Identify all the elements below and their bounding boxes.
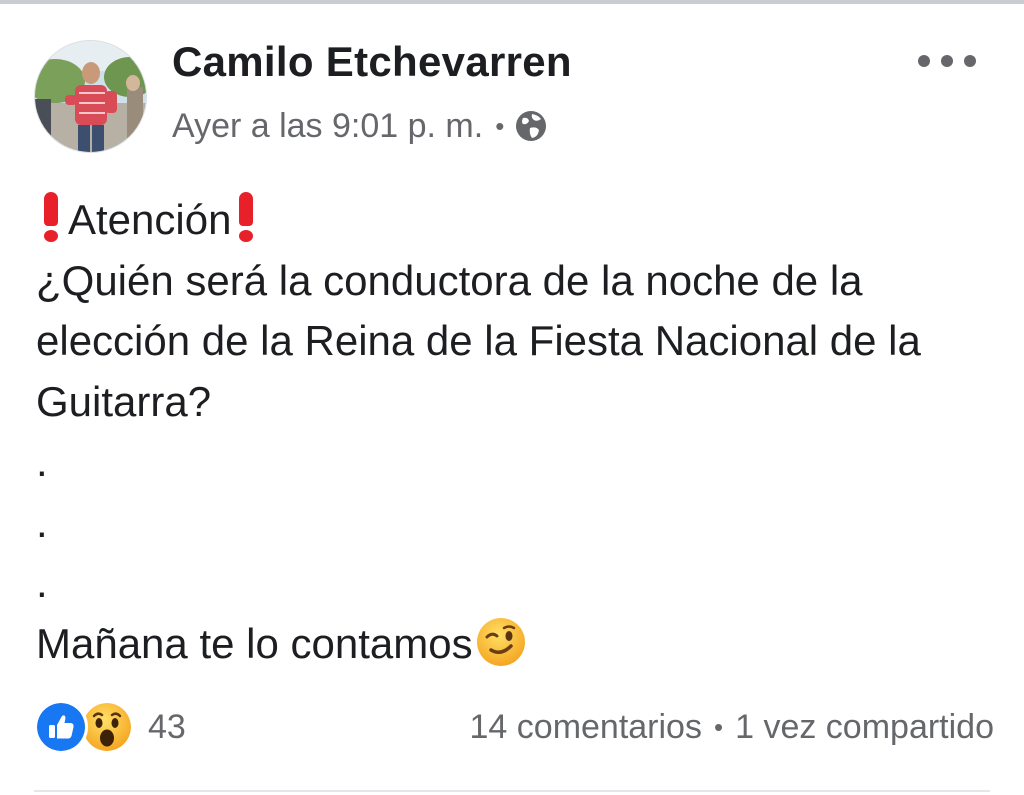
post-footer: 43 14 comentarios • 1 vez compartido — [34, 700, 994, 754]
post-dot-line: . — [36, 559, 48, 606]
engagement-counts: 14 comentarios • 1 vez compartido — [470, 700, 994, 754]
winking-face-icon — [476, 617, 525, 666]
like-icon — [34, 700, 88, 754]
meta-separator: • — [495, 110, 505, 141]
shares-count-link[interactable]: 1 vez compartido — [735, 708, 994, 747]
post-timestamp[interactable]: Ayer a las 9:01 p. m. — [172, 107, 483, 146]
post-dot-line: . — [36, 438, 48, 485]
comments-count-link[interactable]: 14 comentarios — [470, 708, 702, 747]
post-meta: Ayer a las 9:01 p. m. • — [172, 104, 548, 148]
post-heading-line: Atención — [36, 190, 996, 251]
globe-icon[interactable] — [514, 109, 548, 143]
post-line: Guitarra? — [36, 377, 212, 425]
red-exclamation-icon — [42, 192, 60, 242]
post-closing-line: Mañana te lo contamos — [36, 614, 996, 675]
avatar-photo — [35, 41, 146, 152]
more-dot-icon — [964, 55, 976, 67]
facebook-post: Camilo Etchevarren Ayer a las 9:01 p. m.… — [0, 0, 1024, 795]
author-name[interactable]: Camilo Etchevarren — [172, 38, 572, 86]
more-dot-icon — [918, 55, 930, 67]
author-avatar[interactable] — [34, 40, 147, 153]
reactions-summary[interactable]: 43 — [34, 700, 186, 754]
more-dot-icon — [941, 55, 953, 67]
post-body: Atención ¿Quién será la conductora de la… — [36, 190, 996, 674]
post-dot-line: . — [36, 498, 48, 546]
wow-icon — [80, 700, 134, 754]
post-line: ¿Quién será la conductora de la noche de… — [36, 256, 863, 304]
post-options-button[interactable] — [918, 48, 976, 74]
post-closing: Mañana te lo contamos — [36, 619, 473, 667]
reaction-count: 43 — [148, 707, 186, 746]
counts-separator: • — [713, 711, 724, 742]
post-heading: Atención — [68, 196, 232, 243]
post-line: elección de la Reina de la Fiesta Nacion… — [36, 317, 921, 364]
red-exclamation-icon — [237, 192, 255, 242]
bottom-divider — [34, 790, 990, 792]
